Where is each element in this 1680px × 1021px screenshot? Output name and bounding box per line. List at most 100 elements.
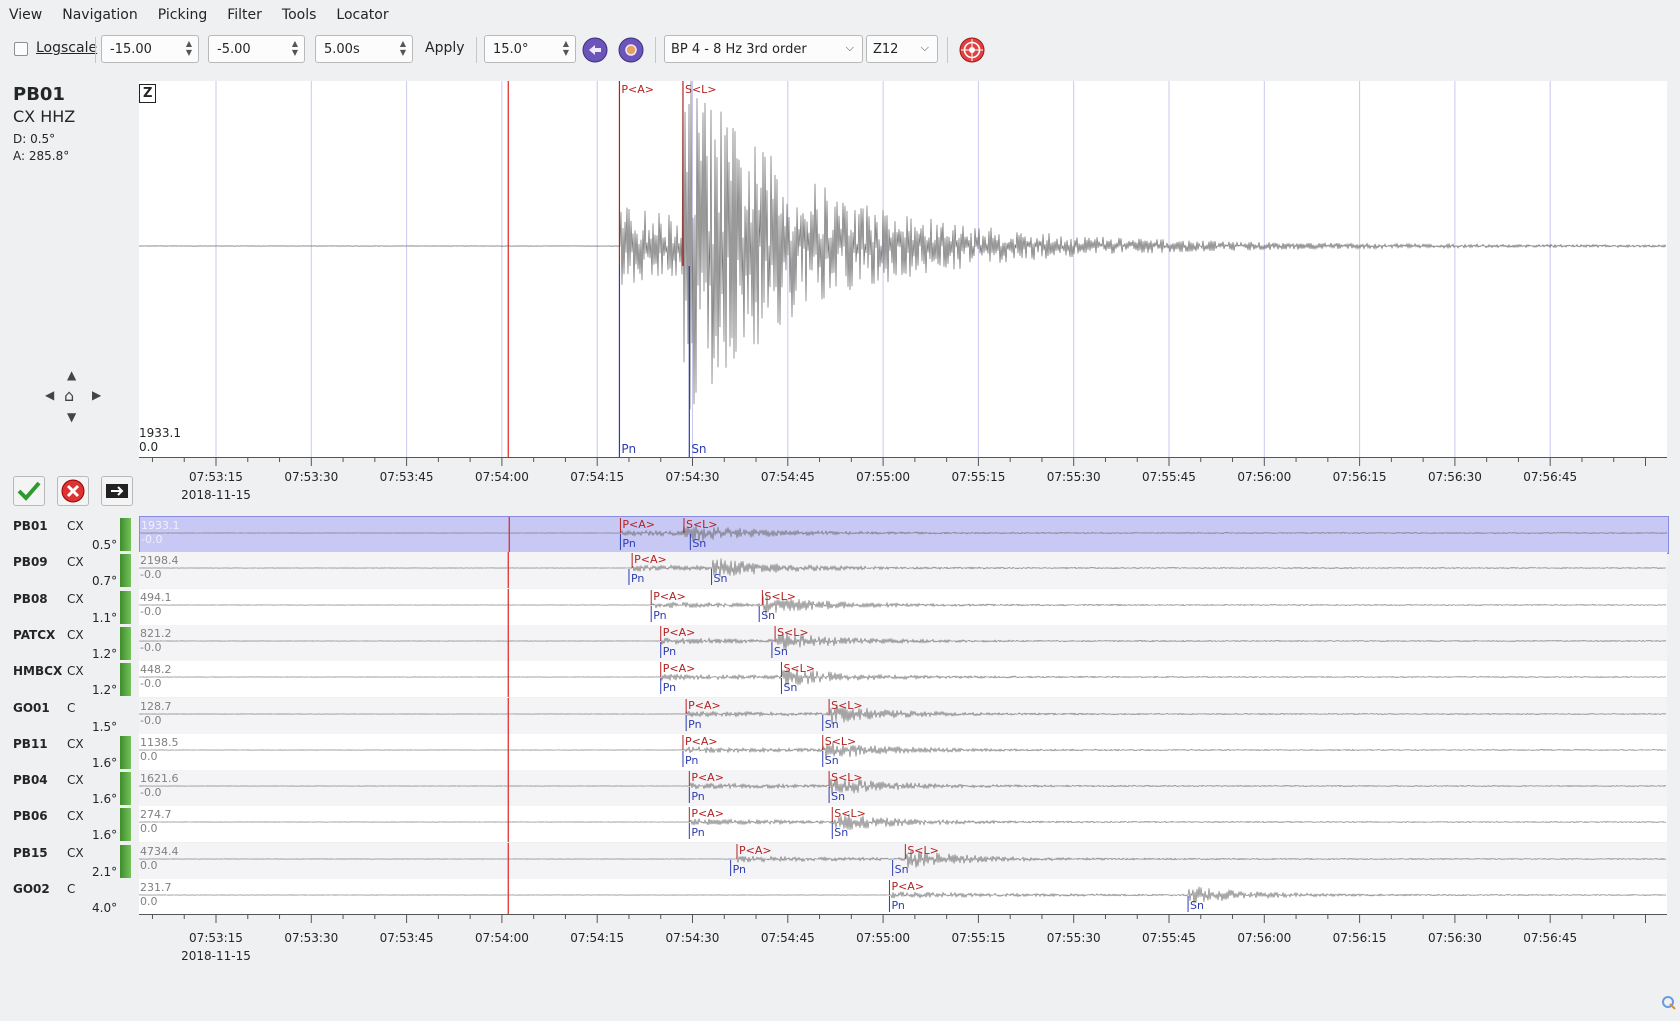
station-row[interactable]: PB04 CX 1.6° P<A> S<L> Pn Sn 1621.6 -0.0 xyxy=(0,770,1680,807)
reject-button[interactable] xyxy=(57,476,89,506)
trace-area[interactable]: P<A> Pn Sn 2198.4 -0.0 xyxy=(138,552,1667,589)
pick-label: P<A> xyxy=(739,844,772,857)
arrow-left-icon[interactable]: ◀ xyxy=(45,388,54,402)
trace-area[interactable]: P<A> S<L> Pn Sn 4734.4 0.0 xyxy=(138,842,1667,879)
bottom-time-axis: 07:53:15 07:53:30 07:53:45 07:54:00 07:54:15… xyxy=(139,914,1667,964)
station-distance: 4.0° xyxy=(92,901,118,915)
component-select[interactable]: Z12 ⌵ xyxy=(866,35,938,63)
menubar: View Navigation Picking Filter Tools Loc… xyxy=(0,0,1680,30)
axis-tick-label: 07:55:30 xyxy=(1046,470,1101,484)
menu-navigation[interactable]: Navigation xyxy=(53,7,149,23)
trace-area[interactable]: P<A> S<L> Pn Sn 821.2 -0.0 xyxy=(138,624,1667,661)
axis-tick-label: 07:56:15 xyxy=(1332,470,1387,484)
station-azimuth: A: 285.8° xyxy=(13,149,70,163)
pick-label: S<L> xyxy=(686,518,718,531)
spin-arrows-icon[interactable]: ▲ ▼ xyxy=(291,39,299,57)
pick-label: P<A> xyxy=(653,590,686,603)
pick-label: S<L> xyxy=(783,662,815,675)
station-code: PB01 xyxy=(13,84,65,105)
amp-min: -0.0 xyxy=(140,568,162,582)
station-network: CX xyxy=(67,664,84,679)
station-network: CX xyxy=(67,555,84,570)
waveform-trace xyxy=(138,73,1667,410)
theoretical-pick-label: Pn xyxy=(653,609,666,622)
theoretical-pick-label: Pn xyxy=(663,681,676,694)
menu-view[interactable]: View xyxy=(0,7,53,23)
theoretical-pick-label: Sn xyxy=(825,718,839,731)
trace-area[interactable]: P<A> S<L> Pn Sn 274.7 0.0 xyxy=(138,806,1667,843)
station-row[interactable]: PATCX CX 1.2° P<A> S<L> Pn Sn 821.2 -0.0 xyxy=(0,624,1680,661)
axis-tick-label: 07:56:00 xyxy=(1237,470,1292,484)
main-trace-plot[interactable]: P<A> S<L> Pn Sn xyxy=(138,73,1667,457)
trace-area[interactable]: P<A> S<L> Pn Sn 448.2 -0.0 xyxy=(138,661,1667,698)
station-row[interactable]: GO02 C 4.0° P<A> Pn Sn 231.7 0.0 xyxy=(0,879,1680,915)
trace-plot: P<A> S<L> Pn Sn xyxy=(138,697,1667,734)
amp-min: 0.0 xyxy=(140,895,158,908)
station-row[interactable]: PB01 CX 0.5° P<A> S<L> Pn Sn 1933.1 -0.0 xyxy=(0,516,1680,554)
station-row[interactable]: PB15 CX 2.1° P<A> S<L> Pn Sn 4734.4 0.0 xyxy=(0,842,1680,879)
axis-tick-label: 07:56:45 xyxy=(1523,470,1578,484)
spin-arrows-icon[interactable]: ▲ ▼ xyxy=(399,39,407,57)
rotate-left-icon[interactable] xyxy=(582,37,608,63)
station-distance: 1.6° xyxy=(92,755,118,770)
apply-button[interactable]: Apply xyxy=(425,40,465,56)
axis-tick-label: 07:55:45 xyxy=(1142,470,1196,484)
station-name: GO02 xyxy=(13,882,50,896)
trace-amplitude: 2198.4 -0.0 xyxy=(140,554,179,582)
station-name: PB15 xyxy=(13,845,48,860)
theoretical-pick-label: Pn xyxy=(631,572,644,585)
amp-min: -0.0 xyxy=(140,786,162,800)
trace-amplitude: 494.1 -0.0 xyxy=(140,591,172,619)
trace-area[interactable]: P<A> Pn Sn 231.7 0.0 xyxy=(138,879,1667,915)
trace-area[interactable]: P<A> S<L> Pn Sn 1621.6 -0.0 xyxy=(138,770,1667,807)
station-row[interactable]: HMBCX CX 1.2° P<A> S<L> Pn Sn 448.2 -0.0 xyxy=(0,661,1680,698)
time-window-spinbox[interactable]: 5.00s ▲ ▼ xyxy=(315,35,413,63)
pick-label: P<A> xyxy=(621,83,654,96)
max-amplitude-spinbox[interactable]: -5.00 ▲ ▼ xyxy=(208,35,305,63)
theoretical-pick-label: Pn xyxy=(685,754,698,767)
logscale-checkbox[interactable] xyxy=(14,42,28,56)
arrow-up-icon[interactable]: ▲ xyxy=(67,368,76,382)
station-name: PB01 xyxy=(13,519,48,533)
relocate-button[interactable] xyxy=(101,476,133,506)
logscale-label[interactable]: Logscale xyxy=(36,40,97,56)
station-row[interactable]: GO01 C 1.5° P<A> S<L> Pn Sn 128.7 -0.0 xyxy=(0,697,1680,734)
spin-arrows-icon[interactable]: ▲ ▼ xyxy=(185,39,193,57)
theoretical-pick-label: Sn xyxy=(1190,899,1204,912)
angle-value: 15.0° xyxy=(493,42,529,57)
station-row[interactable]: PB08 CX 1.1° P<A> S<L> Pn Sn 494.1 -0.0 xyxy=(0,588,1680,625)
menu-picking[interactable]: Picking xyxy=(149,7,218,23)
main-trace-panel[interactable]: P<A> S<L> Pn Sn Z 1933.1 0.0 xyxy=(138,73,1667,457)
accept-button[interactable] xyxy=(13,476,45,506)
home-icon[interactable]: ⌂ xyxy=(64,386,74,405)
rotate-right-icon[interactable] xyxy=(618,37,644,63)
station-row[interactable]: PB09 CX 0.7° P<A> Pn Sn 2198.4 -0.0 xyxy=(0,552,1680,589)
theoretical-pick-label: Sn xyxy=(825,754,839,767)
menu-tools[interactable]: Tools xyxy=(273,7,328,23)
pick-label: S<L> xyxy=(834,807,866,820)
amp-max: 128.7 xyxy=(140,699,172,713)
trace-area[interactable]: P<A> S<L> Pn Sn 494.1 -0.0 xyxy=(138,588,1667,625)
resize-grip-icon[interactable] xyxy=(1660,994,1676,1010)
station-row[interactable]: PB11 CX 1.6° P<A> S<L> Pn Sn 1138.5 0.0 xyxy=(0,733,1680,770)
spin-arrows-icon[interactable]: ▲ ▼ xyxy=(562,39,570,57)
amp-min: -0.0 xyxy=(141,533,163,546)
filter-select[interactable]: BP 4 - 8 Hz 3rd order ⌵ xyxy=(664,35,863,63)
menu-filter[interactable]: Filter xyxy=(218,7,273,23)
pick-label: P<A> xyxy=(634,553,667,566)
target-icon[interactable] xyxy=(959,37,985,63)
pick-label: P<A> xyxy=(891,880,924,893)
trace-area[interactable]: P<A> S<L> Pn Sn 128.7 -0.0 xyxy=(138,697,1667,734)
axis-date: 2018-11-15 xyxy=(181,949,251,963)
min-amplitude-spinbox[interactable]: -15.00 ▲ ▼ xyxy=(101,35,199,63)
station-name: GO01 xyxy=(13,700,50,715)
axis-tick-label: 07:53:45 xyxy=(379,470,434,484)
arrow-down-icon[interactable]: ▼ xyxy=(67,410,76,424)
angle-spinbox[interactable]: 15.0° ▲ ▼ xyxy=(484,35,576,63)
arrow-right-icon[interactable]: ▶ xyxy=(92,388,101,402)
menu-locator[interactable]: Locator xyxy=(327,7,399,23)
station-row[interactable]: PB06 CX 1.6° P<A> S<L> Pn Sn 274.7 0.0 xyxy=(0,806,1680,843)
pick-label: P<A> xyxy=(663,662,696,675)
trace-area[interactable]: P<A> S<L> Pn Sn 1138.5 0.0 xyxy=(138,733,1667,770)
trace-area[interactable]: P<A> S<L> Pn Sn 1933.1 -0.0 xyxy=(139,516,1669,554)
